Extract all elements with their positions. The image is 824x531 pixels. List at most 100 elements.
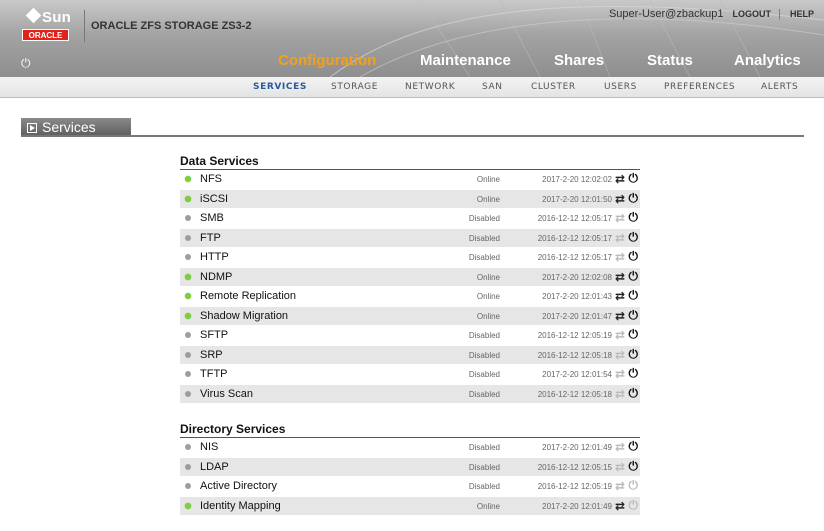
enable-toggle-power-icon[interactable]: ⏻ — [629, 478, 639, 493]
service-name[interactable]: Active Directory — [200, 480, 277, 492]
service-row[interactable]: Shadow Migration Online 2017-2-20 12:01:47… — [180, 306, 640, 326]
subtab-users[interactable]: USERS — [604, 82, 637, 92]
service-timestamp: 2017-2-20 12:02:08 — [542, 272, 612, 282]
service-name[interactable]: NIS — [200, 441, 218, 453]
service-name[interactable]: HTTP — [200, 251, 229, 263]
service-row[interactable]: NIS Disabled 2017-2-20 12:01:49 ⇄ ⏻ — [180, 438, 640, 458]
service-name[interactable]: SMB — [200, 212, 224, 224]
service-row[interactable]: SRP Disabled 2016-12-12 12:05:18 ⇄ ⏻ — [180, 345, 640, 365]
subtab-alerts[interactable]: ALERTS — [761, 82, 798, 92]
status-indicator-icon — [185, 293, 191, 299]
section-header[interactable]: Services — [21, 118, 131, 136]
status-indicator-icon — [185, 371, 191, 377]
restart-icon[interactable]: ⇄ — [615, 172, 625, 186]
service-row[interactable]: Remote Replication Online 2017-2-20 12:01:… — [180, 287, 640, 307]
restart-icon[interactable]: ⇄ — [615, 192, 625, 206]
directory-services-title: Directory Services — [180, 422, 640, 438]
main-tab-shares[interactable]: Shares — [554, 52, 604, 69]
subtab-san[interactable]: SAN — [482, 82, 503, 92]
enable-toggle-power-icon[interactable]: ⏻ — [629, 210, 639, 225]
restart-icon[interactable]: ⇄ — [615, 250, 625, 264]
enable-toggle-power-icon[interactable]: ⏻ — [629, 230, 639, 245]
service-name[interactable]: SRP — [200, 349, 223, 361]
service-name[interactable]: Identity Mapping — [200, 500, 281, 512]
service-timestamp: 2017-2-20 12:01:54 — [542, 370, 612, 379]
service-row[interactable]: FTP Disabled 2016-12-12 12:05:17 ⇄ ⏻ — [180, 228, 640, 248]
brand-logo[interactable]: Sun ORACLE — [22, 7, 82, 43]
enable-toggle-power-icon[interactable]: ⏻ — [629, 386, 639, 401]
status-indicator-icon — [185, 332, 191, 338]
service-row[interactable]: HTTP Disabled 2016-12-12 12:05:17 ⇄ ⏻ — [180, 248, 640, 268]
main-tab-analytics[interactable]: Analytics — [734, 52, 801, 69]
enable-toggle-power-icon[interactable]: ⏻ — [629, 439, 639, 454]
enable-toggle-power-icon[interactable]: ⏻ — [629, 347, 639, 362]
service-status: Disabled — [468, 350, 500, 360]
service-row[interactable]: NFS Online 2017-2-20 12:02:02 ⇄ ⏻ — [180, 170, 640, 190]
restart-icon[interactable]: ⇄ — [615, 231, 625, 245]
subtab-cluster[interactable]: CLUSTER — [531, 82, 576, 92]
help-link[interactable]: HELP — [790, 9, 814, 19]
service-timestamp: 2017-2-20 12:01:50 — [542, 194, 612, 204]
service-name[interactable]: Remote Replication — [200, 290, 296, 302]
service-name[interactable]: NDMP — [200, 271, 232, 283]
enable-toggle-power-icon[interactable]: ⏻ — [629, 308, 639, 323]
restart-icon[interactable]: ⇄ — [615, 348, 625, 362]
main-tab-maintenance[interactable]: Maintenance — [420, 52, 511, 69]
service-name[interactable]: SFTP — [200, 329, 228, 341]
subtab-services[interactable]: SERVICES — [253, 82, 307, 92]
oracle-logo: ORACLE — [22, 29, 69, 41]
status-indicator-icon — [185, 390, 191, 397]
service-name[interactable]: LDAP — [200, 461, 229, 473]
restart-icon[interactable]: ⇄ — [615, 499, 625, 513]
restart-icon[interactable]: ⇄ — [615, 367, 625, 381]
enable-toggle-power-icon[interactable]: ⏻ — [629, 191, 639, 206]
service-row[interactable]: SFTP Disabled 2016-12-12 12:05:19 ⇄ ⏻ — [180, 326, 640, 346]
main-tab-status[interactable]: Status — [647, 52, 693, 69]
restart-icon[interactable]: ⇄ — [615, 440, 625, 454]
service-name[interactable]: TFTP — [200, 368, 228, 380]
service-row[interactable]: Virus Scan Disabled 2016-12-12 12:05:18 ⇄ ⏻ — [180, 384, 640, 404]
service-timestamp: 2016-12-12 12:05:17 — [537, 233, 612, 243]
subtab-network[interactable]: NETWORK — [405, 82, 455, 92]
sub-nav: SERVICES STORAGE NETWORK SAN CLUSTER USERS PRE… — [0, 77, 824, 98]
enable-toggle-power-icon[interactable]: ⏻ — [629, 498, 639, 513]
restart-icon[interactable]: ⇄ — [615, 460, 625, 474]
restart-icon[interactable]: ⇄ — [615, 270, 625, 284]
enable-toggle-power-icon[interactable]: ⏻ — [629, 288, 639, 303]
service-row[interactable]: TFTP Disabled 2017-2-20 12:01:54 ⇄ ⏻ — [180, 365, 640, 385]
restart-icon[interactable]: ⇄ — [615, 387, 625, 401]
service-row[interactable]: Identity Mapping Online 2017-2-20 12:01:49… — [180, 496, 640, 516]
enable-toggle-power-icon[interactable]: ⏻ — [629, 327, 639, 342]
service-name[interactable]: Shadow Migration — [200, 310, 288, 322]
service-status: Disabled — [468, 389, 500, 399]
service-row[interactable]: iSCSI Online 2017-2-20 12:01:50 ⇄ ⏻ — [180, 189, 640, 209]
user-area-separator: | — [778, 8, 781, 20]
restart-icon[interactable]: ⇄ — [615, 328, 625, 342]
enable-toggle-power-icon[interactable]: ⏻ — [629, 366, 639, 381]
enable-toggle-power-icon[interactable]: ⏻ — [629, 459, 639, 474]
restart-icon[interactable]: ⇄ — [615, 309, 625, 323]
service-row[interactable]: LDAP Disabled 2016-12-12 12:05:15 ⇄ ⏻ — [180, 457, 640, 477]
service-name[interactable]: Virus Scan — [200, 388, 253, 400]
service-row[interactable]: SMB Disabled 2016-12-12 12:05:17 ⇄ ⏻ — [180, 209, 640, 229]
subtab-storage[interactable]: STORAGE — [331, 82, 378, 92]
service-row[interactable]: NDMP Online 2017-2-20 12:02:08 ⇄ ⏻ — [180, 267, 640, 287]
restart-icon[interactable]: ⇄ — [615, 479, 625, 493]
enable-toggle-power-icon[interactable]: ⏻ — [629, 249, 639, 264]
status-indicator-icon — [185, 234, 191, 241]
service-timestamp: 2017-2-20 12:01:43 — [542, 292, 612, 301]
main-tab-configuration[interactable]: Configuration — [278, 52, 376, 69]
service-name[interactable]: FTP — [200, 232, 221, 244]
subtab-preferences[interactable]: PREFERENCES — [664, 82, 735, 92]
restart-icon[interactable]: ⇄ — [615, 289, 625, 303]
enable-toggle-power-icon[interactable]: ⏻ — [629, 171, 639, 186]
service-status: Online — [476, 272, 500, 282]
logout-link[interactable]: LOGOUT — [733, 9, 772, 19]
enable-toggle-power-icon[interactable]: ⏻ — [629, 269, 639, 284]
service-timestamp: 2016-12-12 12:05:18 — [537, 350, 612, 360]
service-name[interactable]: iSCSI — [200, 193, 228, 205]
service-name[interactable]: NFS — [200, 173, 222, 185]
restart-icon[interactable]: ⇄ — [615, 211, 625, 225]
section-divider — [21, 135, 804, 137]
service-row[interactable]: Active Directory Disabled 2016-12-12 12:05… — [180, 477, 640, 497]
